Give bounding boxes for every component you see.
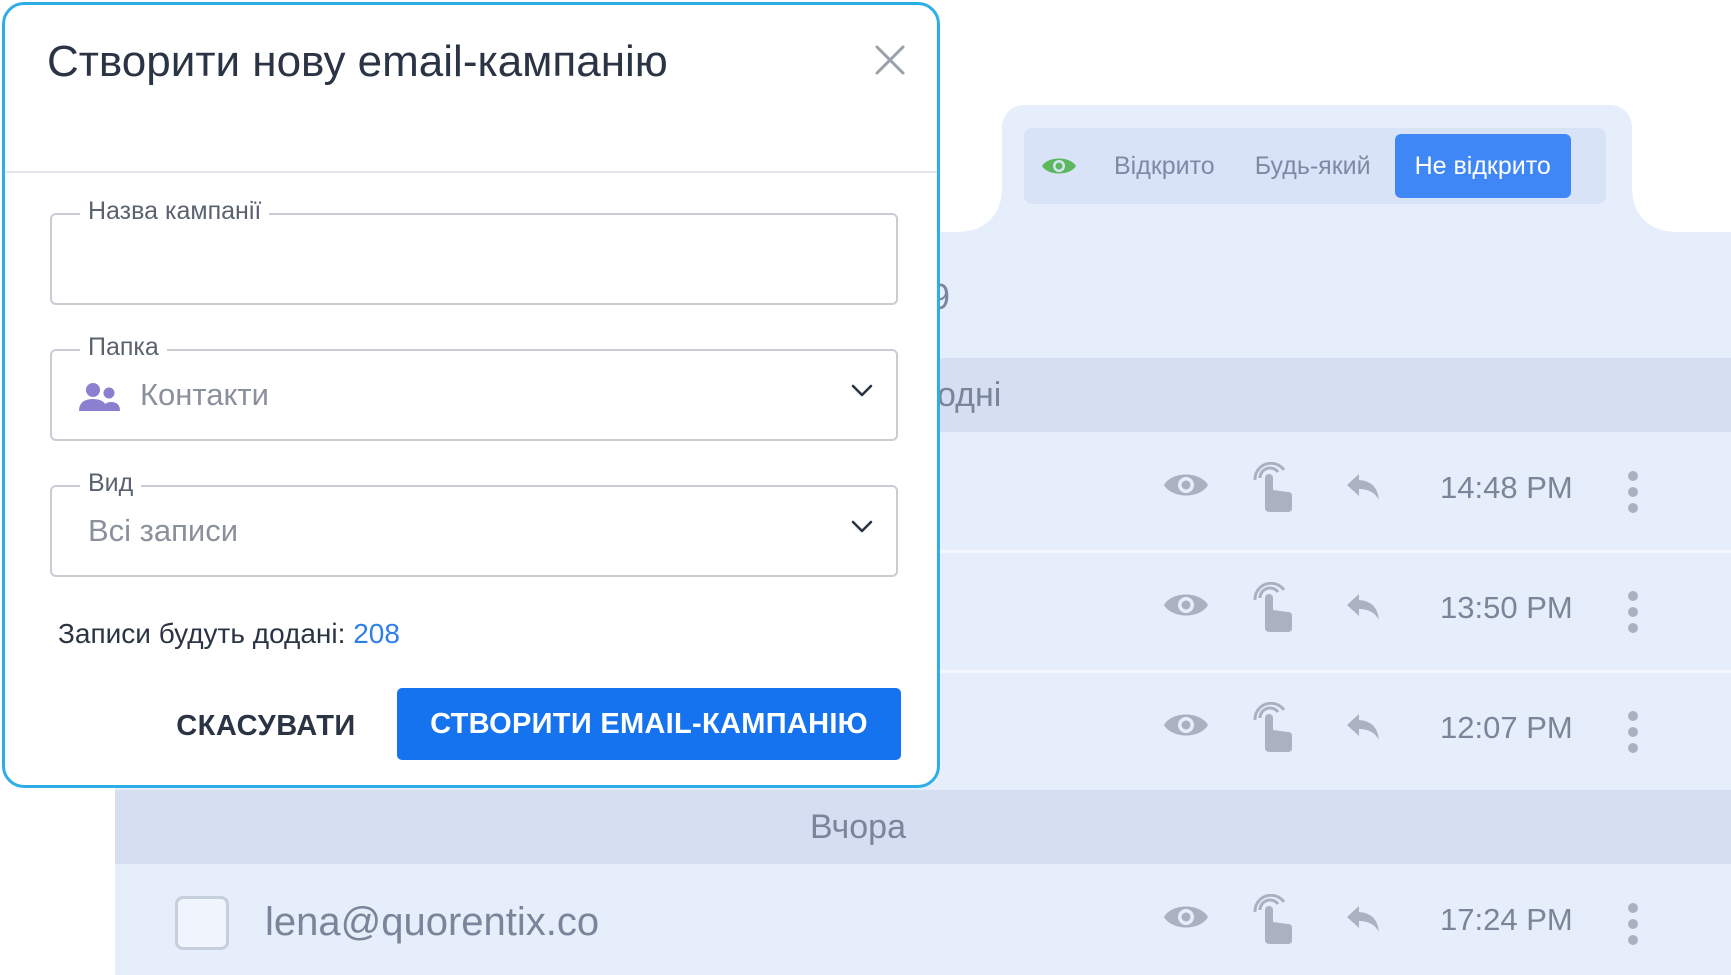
row-time: 14:48 PM (1440, 470, 1573, 505)
reply-icon (1345, 904, 1381, 939)
tap-icon (1252, 893, 1294, 951)
tap-icon (1252, 461, 1294, 519)
eye-icon (1162, 708, 1210, 747)
group-label: одні (937, 375, 1002, 414)
eye-icon (1162, 468, 1210, 507)
view-value: Всі записи (88, 513, 239, 548)
close-icon[interactable] (873, 43, 907, 77)
panel-corner-left (962, 192, 1002, 232)
dialog-divider (5, 171, 937, 173)
more-vertical-icon[interactable] (1627, 590, 1639, 639)
row-email: lena@quorentix.co (265, 900, 600, 944)
group-label: Вчора (810, 807, 906, 846)
folder-value: Контакти (140, 377, 269, 412)
panel-corner-right (1632, 192, 1672, 232)
tap-icon (1252, 581, 1294, 639)
list-item[interactable]: lena@quorentix.co 17:24 PM (115, 864, 1731, 975)
row-checkbox[interactable] (175, 896, 229, 950)
eye-icon (1162, 588, 1210, 627)
tap-icon (1252, 701, 1294, 759)
cancel-button[interactable]: СКАСУВАТИ (171, 690, 361, 762)
campaign-name-field[interactable]: Назва кампанії (50, 197, 898, 305)
reply-icon (1345, 712, 1381, 747)
view-select[interactable]: Вид Всі записи (50, 469, 898, 577)
folder-label: Папка (80, 333, 167, 362)
folder-select[interactable]: Папка Контакти (50, 333, 898, 441)
row-time: 12:07 PM (1440, 710, 1573, 745)
filter-tab-not-open[interactable]: Не відкрито (1394, 134, 1571, 198)
filter-tab-open[interactable]: Відкрито (1094, 128, 1235, 204)
group-header-yesterday: Вчора (115, 790, 1731, 864)
eye-icon (1024, 153, 1094, 179)
campaign-name-input[interactable] (54, 217, 894, 301)
create-campaign-dialog: Створити нову email-кампанію Назва кампа… (2, 2, 940, 788)
records-summary: Записи будуть додані: 208 (58, 618, 400, 650)
more-vertical-icon[interactable] (1627, 470, 1639, 519)
create-campaign-button[interactable]: СТВОРИТИ EMAIL-КАМПАНІЮ (397, 688, 901, 760)
chevron-down-icon (850, 383, 874, 404)
contacts-icon (78, 381, 122, 418)
reply-icon (1345, 472, 1381, 507)
eye-icon (1162, 900, 1210, 939)
records-count: 208 (353, 618, 400, 649)
more-vertical-icon[interactable] (1627, 710, 1639, 759)
row-time: 13:50 PM (1440, 590, 1573, 625)
row-time: 17:24 PM (1440, 902, 1573, 937)
filter-tab-any[interactable]: Будь-який (1235, 128, 1391, 204)
records-label: Записи будуть додані: (58, 618, 354, 649)
chevron-down-icon (850, 519, 874, 540)
more-vertical-icon[interactable] (1627, 902, 1639, 951)
open-status-filter: Відкрито Будь-який Не відкрито (1024, 128, 1606, 204)
dialog-title: Створити нову email-кампанію (47, 37, 668, 86)
view-label: Вид (80, 469, 142, 498)
reply-icon (1345, 592, 1381, 627)
